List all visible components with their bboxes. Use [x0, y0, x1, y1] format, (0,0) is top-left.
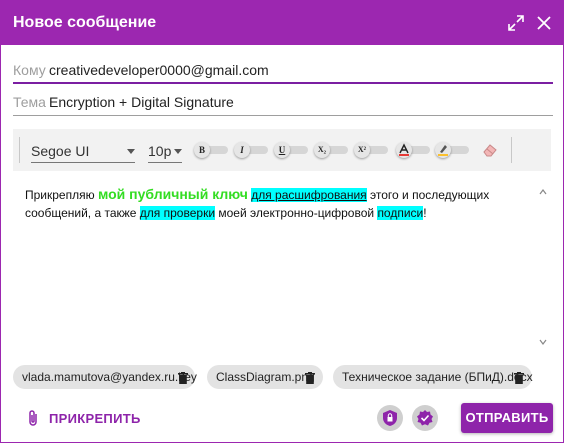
to-underline — [13, 82, 553, 84]
body-text-key: мой публичный ключ — [97, 186, 248, 202]
body-text: Прикрепляю — [25, 188, 98, 202]
paperclip-icon — [27, 409, 41, 432]
encrypt-shield-icon — [382, 409, 398, 432]
trash-icon[interactable] — [305, 371, 315, 384]
underline-toggle[interactable]: U — [274, 142, 310, 158]
sign-button[interactable] — [412, 405, 438, 431]
to-value[interactable]: creativedeveloper0000@gmail.com — [49, 62, 269, 78]
attachments-list: vlada.mamutova@yandex.ru.key ClassDiagra… — [13, 365, 553, 389]
font-family-value: Segoe UI — [31, 143, 90, 159]
italic-icon: I — [234, 142, 250, 158]
trash-icon[interactable] — [514, 371, 524, 384]
compose-footer: ПРИКРЕПИТЬ ОТПРАВИТЬ — [1, 401, 563, 443]
attachment-chip[interactable]: ClassDiagram.png — [207, 365, 323, 389]
eraser-icon[interactable] — [481, 141, 499, 159]
attachment-chip[interactable]: vlada.mamutova@yandex.ru.key — [13, 365, 197, 389]
size-select-underline — [148, 162, 182, 163]
message-body[interactable]: Прикрепляю мой публичный ключ для расшиф… — [25, 185, 525, 222]
chevron-down-icon — [127, 149, 135, 154]
window-title: Новое сообщение — [13, 14, 157, 31]
scroll-down-icon[interactable] — [539, 333, 547, 345]
font-color-toggle[interactable] — [396, 142, 432, 158]
subscript-toggle[interactable]: X₂ — [314, 142, 350, 158]
body-text-highlight: для проверки — [139, 206, 216, 220]
toolbar-divider — [19, 137, 20, 163]
body-text-highlight: для расшифрования — [251, 188, 367, 202]
scroll-up-icon[interactable] — [539, 183, 547, 195]
body-text: моей электронно-цифровой — [215, 206, 378, 220]
expand-icon[interactable] — [506, 13, 526, 33]
subject-underline — [13, 115, 553, 116]
attachment-name: vlada.mamutova@yandex.ru.key — [22, 370, 197, 384]
font-size-select[interactable]: 10p — [148, 141, 182, 163]
subscript-icon: X₂ — [314, 142, 330, 158]
attach-label: ПРИКРЕПИТЬ — [49, 411, 141, 426]
bold-toggle[interactable]: B — [194, 142, 230, 158]
body-text: ! — [423, 206, 427, 220]
to-field[interactable]: Кому creativedeveloper0000@gmail.com — [13, 58, 553, 84]
subject-value[interactable]: Encryption + Digital Signature — [49, 94, 234, 110]
font-family-select[interactable]: Segoe UI — [31, 141, 135, 163]
highlight-color-toggle[interactable] — [435, 142, 471, 158]
sign-check-icon — [416, 409, 434, 432]
font-select-underline — [31, 162, 135, 163]
trash-icon[interactable] — [178, 371, 188, 384]
rich-text-editor: Segoe UI 10p B I U X₂ X² Прикрепляю мой … — [13, 129, 551, 354]
to-label: Кому — [13, 62, 46, 78]
encrypt-button[interactable] — [377, 405, 403, 431]
close-icon[interactable] — [534, 13, 554, 33]
subject-label: Тема — [13, 94, 46, 110]
superscript-icon: X² — [354, 142, 370, 158]
superscript-toggle[interactable]: X² — [354, 142, 390, 158]
italic-toggle[interactable]: I — [234, 142, 270, 158]
body-text-highlight: подписи — [377, 206, 424, 220]
compose-window: Новое сообщение Кому creativedeveloper00… — [0, 0, 564, 443]
chevron-down-icon — [174, 149, 182, 154]
editor-toolbar: Segoe UI 10p B I U X₂ X² — [13, 129, 551, 171]
subject-field[interactable]: Тема Encryption + Digital Signature — [13, 90, 553, 116]
bold-icon: B — [194, 142, 210, 158]
font-size-value: 10p — [148, 143, 172, 159]
send-button[interactable]: ОТПРАВИТЬ — [461, 403, 553, 433]
attachment-name: Техническое задание (БПиД).docx — [342, 370, 533, 384]
attachment-name: ClassDiagram.png — [216, 370, 315, 384]
attachment-chip[interactable]: Техническое задание (БПиД).docx — [333, 365, 533, 389]
title-bar: Новое сообщение — [1, 1, 563, 45]
font-color-icon — [396, 142, 412, 158]
highlight-color-icon — [435, 142, 451, 158]
underline-icon: U — [274, 142, 290, 158]
toolbar-divider — [511, 137, 512, 163]
